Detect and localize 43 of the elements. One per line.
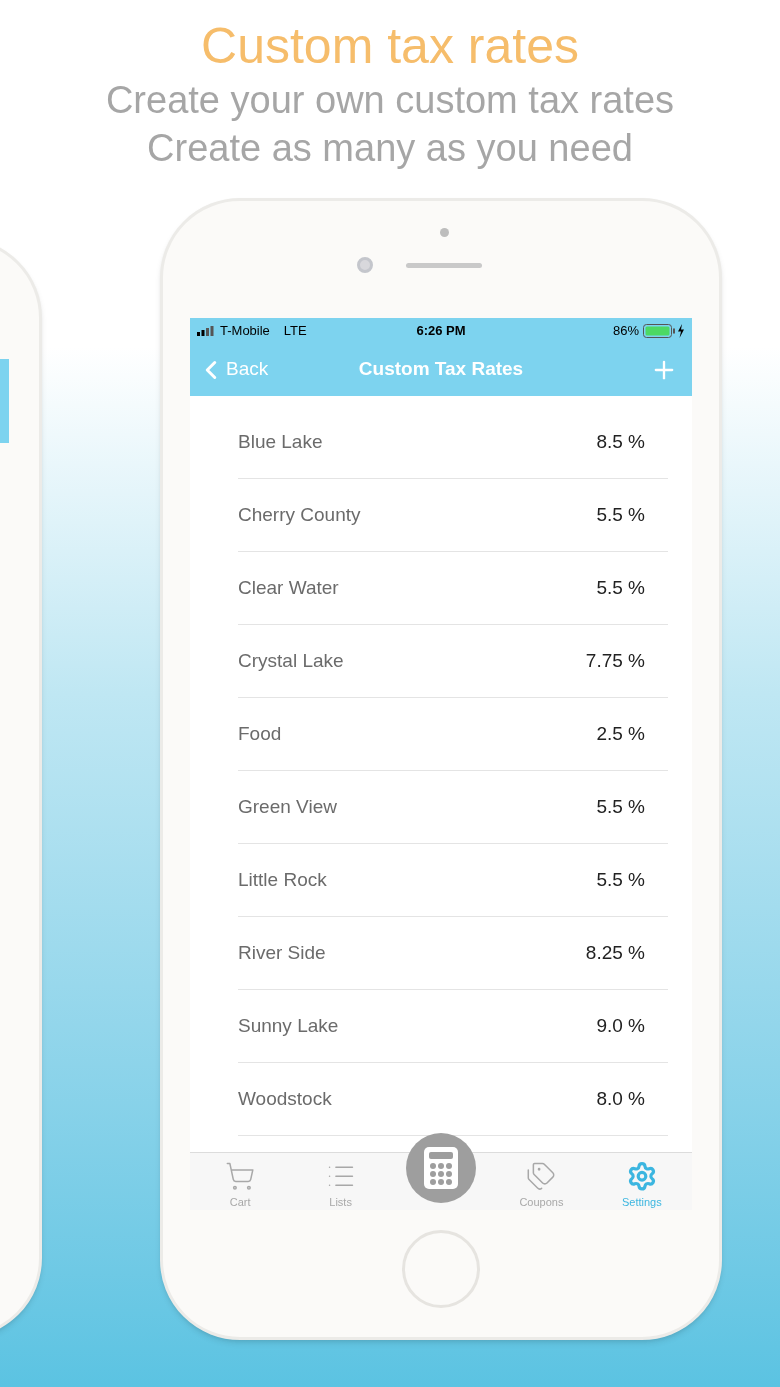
rate-name: Food: [238, 721, 283, 746]
rate-value: 5.5 %: [596, 502, 645, 527]
rate-name: Blue Lake: [238, 429, 324, 454]
tax-rate-row[interactable]: Clear Water 5.5 %: [238, 552, 668, 625]
battery-charging-icon: [643, 323, 685, 338]
rate-value: 7.75 %: [585, 648, 645, 673]
rate-value: 8.25 %: [585, 940, 645, 965]
tax-rate-row[interactable]: Blue Lake 8.5 %: [238, 406, 668, 479]
rate-value: 8.0 %: [596, 1086, 645, 1111]
calculator-icon: [424, 1147, 458, 1189]
rate-value: 2.5 %: [596, 721, 645, 746]
rate-name: Crystal Lake: [238, 648, 345, 673]
rate-value: 5.5 %: [596, 575, 645, 600]
rate-name: Little Rock: [238, 867, 328, 892]
tax-rate-row[interactable]: Green View 5.5 %: [238, 771, 668, 844]
rate-value: 5.5 %: [596, 867, 645, 892]
tax-rate-row[interactable]: Food 2.5 %: [238, 698, 668, 771]
rate-name: Sunny Lake: [238, 1013, 340, 1038]
rate-value: 5.5 %: [596, 794, 645, 819]
tax-rate-row[interactable]: Little Rock 5.5 %: [238, 844, 668, 917]
rate-name: River Side: [238, 940, 327, 965]
headline-subtitle: Create your own custom tax rates: [105, 78, 675, 123]
carrier-label: T-Mobile: [220, 321, 270, 340]
tax-rate-row[interactable]: Crystal Lake 7.75 %: [238, 625, 668, 698]
nav-title: Custom Tax Rates: [358, 357, 524, 382]
tax-rate-row[interactable]: River Side 8.25 %: [238, 917, 668, 990]
rate-name: Cherry County: [238, 502, 362, 527]
tax-rate-row[interactable]: Cherry County 5.5 %: [238, 479, 668, 552]
rate-name: Green View: [238, 794, 338, 819]
speaker-icon: [406, 263, 482, 268]
camera-icon: [357, 257, 373, 273]
rate-value: 9.0 %: [596, 1013, 645, 1038]
headline-title: Custom tax rates: [201, 17, 579, 76]
tax-rate-row[interactable]: Sunny Lake 9.0 %: [238, 990, 668, 1063]
battery-percent: 86%: [613, 321, 639, 340]
network-label: LTE: [283, 321, 307, 340]
headline-subtitle: Create as many as you need: [147, 126, 633, 171]
rate-name: Clear Water: [238, 575, 340, 600]
rate-name: Woodstock: [238, 1086, 333, 1111]
sensor-icon: [440, 228, 449, 237]
signal-icon: [197, 325, 214, 336]
status-time: 6:26 PM: [416, 321, 466, 340]
rate-value: 8.5 %: [596, 429, 645, 454]
